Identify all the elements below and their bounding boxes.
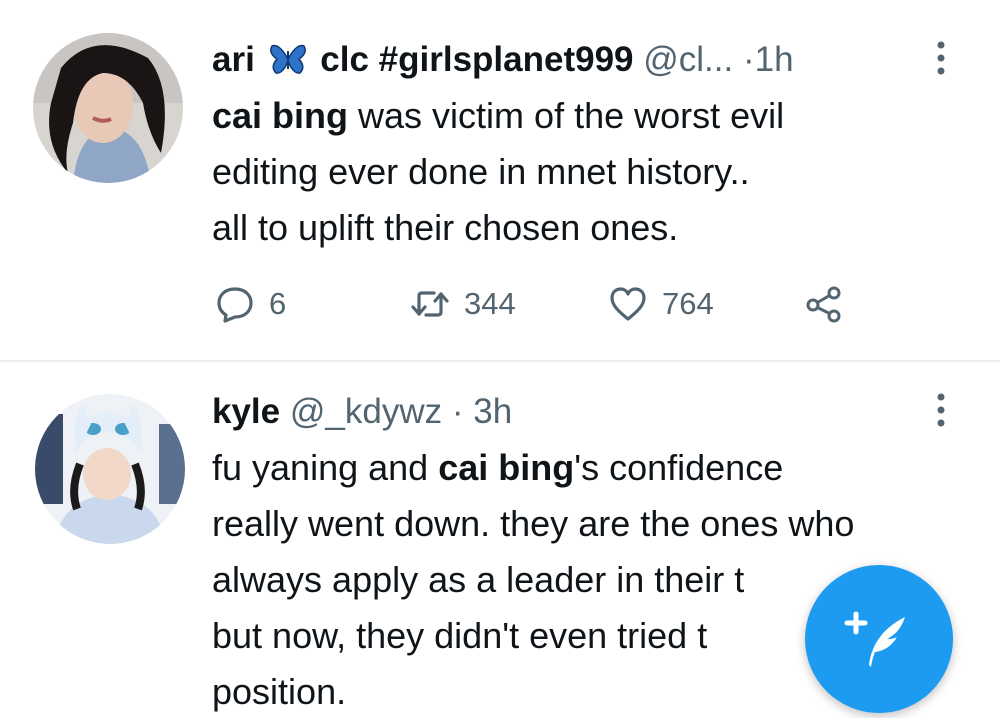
display-name[interactable]: ari [212,40,255,79]
timeline-feed: ari clc #girlsplanet999 @cl... ·1h cai b… [0,0,1000,718]
display-name[interactable]: kyle [212,392,280,431]
tweet-header: ari clc #girlsplanet999 @cl... ·1h [212,38,794,82]
reply-icon [217,287,253,323]
retweet-button[interactable]: 344 [410,282,516,326]
avatar[interactable] [33,33,183,183]
tweet-text: cai bing was victim of the worst evil ed… [212,88,784,256]
heart-icon [610,287,646,321]
tweet-text-line: but now, they didn't even tried t [212,615,708,656]
separator-dot: · [742,40,755,79]
display-name-suffix[interactable]: clc #girlsplanet999 [320,40,633,79]
like-count: 764 [662,286,714,321]
highlighted-term: cai bing [438,447,575,488]
tweet-text-line: really went down. they are the ones who [212,503,855,544]
tweet[interactable]: ari clc #girlsplanet999 @cl... ·1h cai b… [0,0,1000,360]
avatar-photo-icon [35,394,185,544]
text-segment: fu yaning and [212,447,439,488]
tweet-actions: 6 344 764 [215,282,855,326]
reply-button[interactable]: 6 [215,282,286,326]
text-segment: 's confidence [574,447,784,488]
more-options-icon[interactable] [934,390,948,430]
tweet-text: fu yaning and cai bing's confidence real… [212,440,854,718]
like-button[interactable]: 764 [608,282,714,326]
share-icon [806,286,841,323]
timestamp[interactable]: 3h [473,392,512,431]
share-button[interactable] [803,282,843,326]
butterfly-icon [269,44,306,74]
tweet-text-line: all to uplift their chosen ones. [212,207,679,248]
separator-dot: · [451,392,464,431]
user-handle[interactable]: @_kdywz [290,392,442,431]
compose-feather-plus-icon [844,611,905,667]
tweet-text-line: always apply as a leader in their t [212,559,745,600]
reply-count: 6 [269,286,287,321]
tweet-text-line: position. [212,671,347,712]
avatar[interactable] [35,394,185,544]
tweet-text-line: cai bing was victim of the worst evil [212,88,784,144]
more-options-icon[interactable] [934,38,948,78]
user-handle[interactable]: @cl... [643,40,733,79]
tweet-text-line: fu yaning and cai bing's confidence [212,440,854,496]
tweet-header: kyle @_kdywz · 3h [212,390,512,434]
retweet-icon [411,291,449,317]
compose-tweet-button[interactable] [805,565,953,713]
avatar-photo-icon [33,33,183,183]
timestamp[interactable]: 1h [755,40,794,79]
text-segment: was victim of the worst evil [348,95,785,136]
retweet-count: 344 [464,286,516,321]
tweet-text-line: editing ever done in mnet history.. [212,151,750,192]
highlighted-term: cai bing [212,95,349,136]
